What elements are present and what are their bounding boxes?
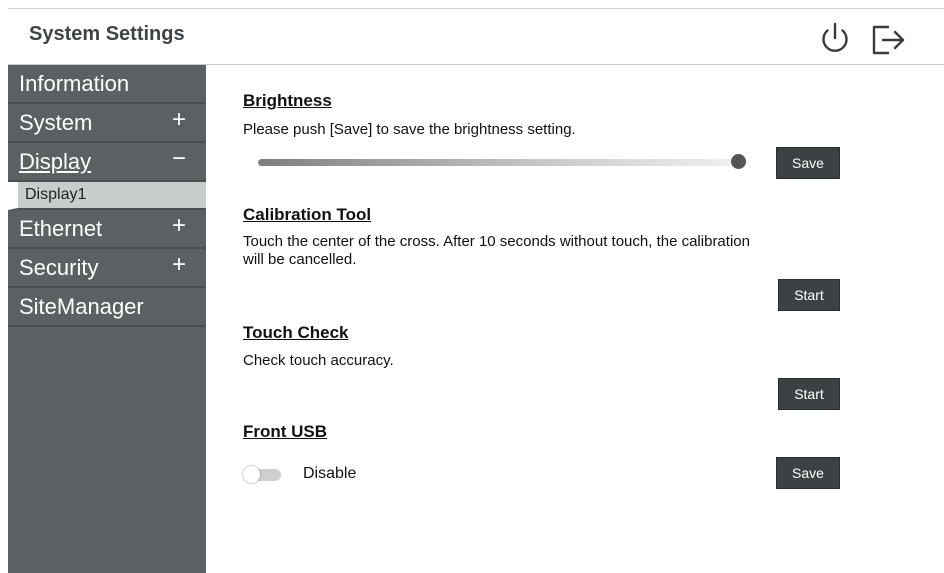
sidebar-item-label: Information — [19, 71, 130, 96]
sidebar-item-label: System — [19, 110, 93, 135]
calibration-description-line1: Touch the center of the cross. After 10 … — [243, 233, 750, 250]
toggle-knob — [243, 466, 260, 483]
sidebar-item-label: Security — [19, 255, 99, 280]
sidebar: Information System + Display − Display1 … — [8, 65, 206, 573]
brightness-description: Please push [Save] to save the brightnes… — [243, 121, 576, 138]
brightness-save-button[interactable]: Save — [776, 147, 840, 179]
front-usb-toggle[interactable] — [243, 466, 283, 483]
sidebar-item-display[interactable]: Display − — [8, 143, 206, 182]
collapse-icon: − — [172, 145, 187, 172]
sidebar-subitem-label: Display1 — [25, 186, 87, 203]
brightness-slider[interactable] — [258, 159, 748, 166]
header-bar: System Settings — [8, 8, 944, 65]
expand-icon: + — [172, 212, 187, 239]
sidebar-item-sitemanager[interactable]: SiteManager — [8, 288, 206, 327]
expand-icon: + — [172, 106, 187, 133]
expand-icon: + — [172, 251, 187, 278]
sidebar-item-security[interactable]: Security + — [8, 249, 206, 288]
brightness-title: Brightness — [243, 91, 332, 110]
main-content: Brightness Please push [Save] to save th… — [206, 65, 944, 573]
power-icon[interactable] — [816, 19, 854, 57]
touch-check-description: Check touch accuracy. — [243, 352, 394, 369]
app-title: System Settings — [29, 23, 185, 45]
calibration-title: Calibration Tool — [243, 205, 372, 224]
sidebar-item-information[interactable]: Information — [8, 65, 206, 104]
sidebar-item-label: Ethernet — [19, 216, 103, 241]
calibration-description-line2: will be cancelled. — [243, 251, 357, 268]
sidebar-item-label: SiteManager — [19, 294, 144, 319]
touch-check-start-button[interactable]: Start — [778, 378, 840, 410]
logout-icon[interactable] — [870, 19, 908, 57]
app-window: System Settings Information System + Dis… — [8, 8, 944, 573]
touch-check-title: Touch Check — [243, 323, 349, 342]
front-usb-toggle-label: Disable — [303, 465, 357, 482]
sidebar-subitem-display1[interactable]: Display1 — [8, 182, 206, 210]
sidebar-item-ethernet[interactable]: Ethernet + — [8, 210, 206, 249]
front-usb-title: Front USB — [243, 422, 328, 441]
sidebar-item-label: Display — [19, 149, 92, 174]
front-usb-save-button[interactable]: Save — [776, 457, 840, 489]
brightness-slider-handle[interactable] — [730, 154, 746, 169]
sidebar-item-system[interactable]: System + — [8, 104, 206, 143]
calibration-start-button[interactable]: Start — [778, 279, 840, 311]
